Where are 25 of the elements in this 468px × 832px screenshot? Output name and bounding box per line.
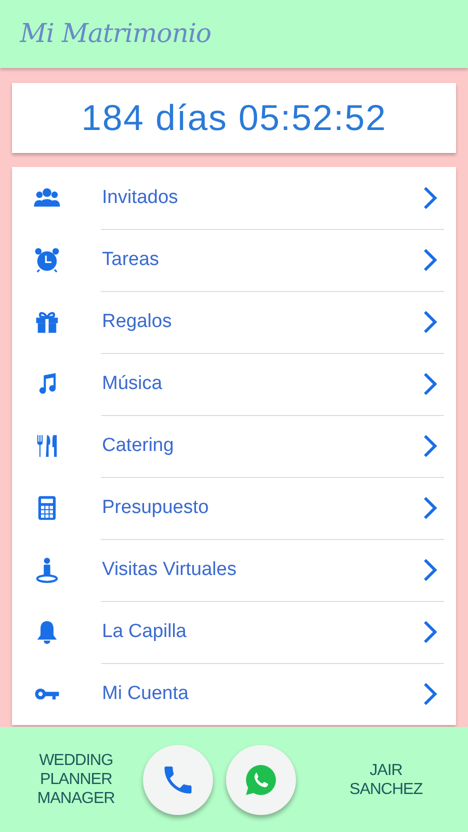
chevron-right-icon bbox=[422, 372, 438, 396]
app-title: Mi Matrimonio bbox=[20, 19, 212, 49]
chevron-right-icon bbox=[422, 496, 438, 520]
menu-item[interactable]: Invitados bbox=[102, 187, 422, 209]
chevron-right-icon bbox=[422, 558, 438, 582]
planner-name: JAIR SANCHEZ bbox=[348, 760, 424, 798]
menu-item[interactable]: Tareas bbox=[102, 249, 422, 271]
menu-item[interactable]: Mi Cuenta bbox=[102, 683, 422, 705]
alarm-clock-icon bbox=[32, 247, 62, 273]
chevron-right-icon bbox=[422, 310, 438, 334]
chevron-right-icon bbox=[422, 620, 438, 644]
menu-item[interactable]: La Capilla bbox=[102, 621, 422, 643]
menu-item[interactable]: Presupuesto bbox=[102, 497, 422, 519]
countdown-text: 184 días 05:52:52 bbox=[81, 97, 387, 139]
call-button[interactable] bbox=[143, 744, 213, 814]
planner-label: WEDDING PLANNER MANAGER bbox=[36, 751, 116, 808]
chevron-right-icon bbox=[422, 682, 438, 706]
menu-item[interactable]: Música bbox=[102, 373, 422, 395]
menu-item[interactable]: Visitas Virtuales bbox=[102, 559, 422, 581]
menu-item[interactable]: Regalos bbox=[102, 311, 422, 333]
chevron-right-icon bbox=[422, 248, 438, 272]
chat-button[interactable] bbox=[226, 744, 296, 814]
chevron-right-icon bbox=[422, 186, 438, 210]
chevron-right-icon bbox=[422, 434, 438, 458]
menu-item[interactable]: Catering bbox=[102, 435, 422, 457]
